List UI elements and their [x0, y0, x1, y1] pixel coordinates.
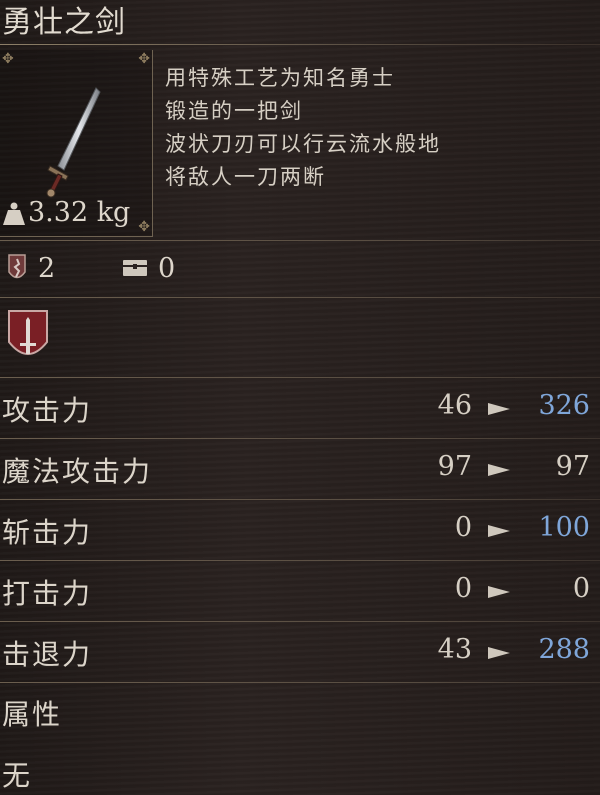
weight-display: 3.32 kg: [2, 196, 130, 230]
stat-label: 魔法攻击力: [2, 455, 153, 488]
stat-base-value: 0: [454, 573, 472, 604]
sword-shield-icon: [8, 310, 48, 355]
stat-label: 攻击力: [2, 394, 93, 427]
stat-label: 击退力: [2, 638, 93, 671]
element-label: 属性: [2, 698, 63, 731]
wavy-sword-icon: [46, 87, 101, 198]
element-value: 无: [2, 759, 33, 792]
description-line: 用特殊工艺为知名勇士: [165, 66, 395, 90]
strength-requirement: 2: [6, 250, 55, 286]
arrow-right-icon: [488, 586, 510, 598]
description-line: 将敌人一刀两断: [165, 165, 326, 189]
arrow-right-icon: [488, 525, 510, 537]
weight-value: 3.32 kg: [28, 197, 131, 228]
stat-base-value: 43: [437, 634, 472, 665]
storage-requirement: 0: [122, 250, 175, 286]
stat-new-value: 97: [555, 451, 590, 482]
stat-row-knockback: 击退力 43 288: [0, 622, 600, 682]
stat-row-attack: 攻击力 46 326: [0, 378, 600, 438]
stat-base-value: 97: [437, 451, 472, 482]
weight-icon: [3, 202, 25, 225]
weapon-description: 用特殊工艺为知名勇士 锻造的一把剑 波状刀刃可以行云流水般地 将敌人一刀两断: [165, 62, 585, 194]
storage-value: 0: [158, 252, 176, 284]
stat-new-value: 326: [538, 390, 590, 421]
row-divider: [0, 682, 600, 683]
frame-corner-ornament: ✥: [138, 219, 150, 235]
arrow-right-icon: [488, 647, 510, 659]
frame-corner-ornament: ✥: [2, 51, 14, 67]
arrow-right-icon: [488, 403, 510, 415]
stat-row-strike: 打击力 0 0: [0, 561, 600, 621]
stat-new-value: 100: [538, 512, 590, 543]
stat-base-value: 0: [454, 512, 472, 543]
strength-value: 2: [38, 252, 56, 284]
stat-new-value: 288: [538, 634, 590, 665]
strength-crest-icon: [8, 254, 26, 279]
stat-label: 斩击力: [2, 516, 93, 549]
stat-base-value: 46: [437, 390, 472, 421]
title-divider: [0, 44, 600, 45]
description-line: 波状刀刃可以行云流水般地: [165, 132, 441, 156]
section-divider: [0, 240, 600, 241]
description-line: 锻造的一把剑: [165, 99, 303, 123]
frame-corner-ornament: ✥: [138, 51, 150, 67]
storage-chest-icon: [123, 260, 147, 276]
section-divider: [0, 297, 600, 298]
stat-row-slash: 斩击力 0 100: [0, 500, 600, 560]
stat-new-value: 0: [572, 573, 590, 604]
arrow-right-icon: [488, 464, 510, 476]
stat-label: 打击力: [2, 577, 93, 610]
weapon-name: 勇壮之剑: [2, 5, 126, 40]
stat-row-magic-attack: 魔法攻击力 97 97: [0, 439, 600, 499]
